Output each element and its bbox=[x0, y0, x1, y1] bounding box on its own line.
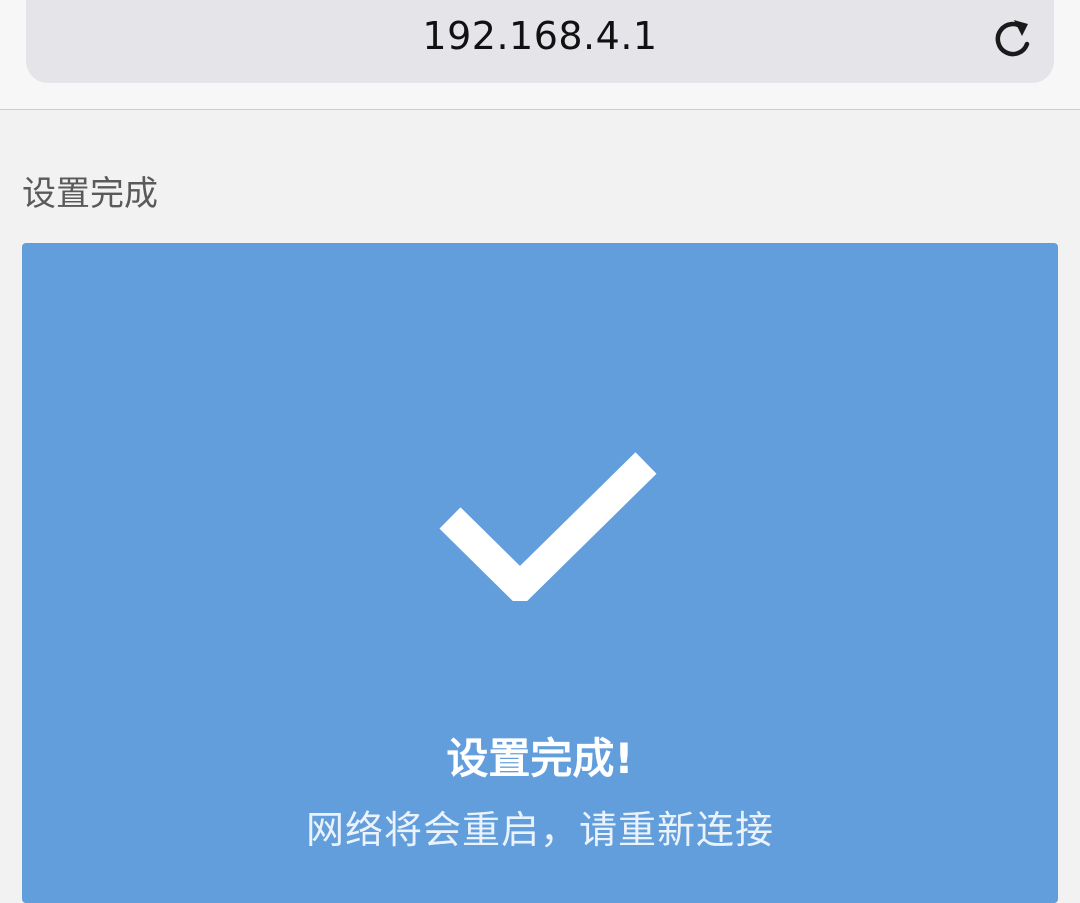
reload-icon[interactable] bbox=[990, 14, 1034, 62]
checkmark-icon bbox=[420, 421, 660, 609]
page-title: 设置完成 bbox=[22, 174, 158, 214]
success-card: 设置完成! 网络将会重启，请重新连接 bbox=[22, 243, 1058, 903]
address-bar[interactable]: 192.168.4.1 bbox=[26, 0, 1054, 83]
address-bar-url[interactable]: 192.168.4.1 bbox=[26, 14, 1054, 58]
success-message: 网络将会重启，请重新连接 bbox=[305, 808, 774, 852]
success-title: 设置完成! bbox=[446, 734, 634, 783]
browser-toolbar: 192.168.4.1 bbox=[0, 0, 1080, 110]
